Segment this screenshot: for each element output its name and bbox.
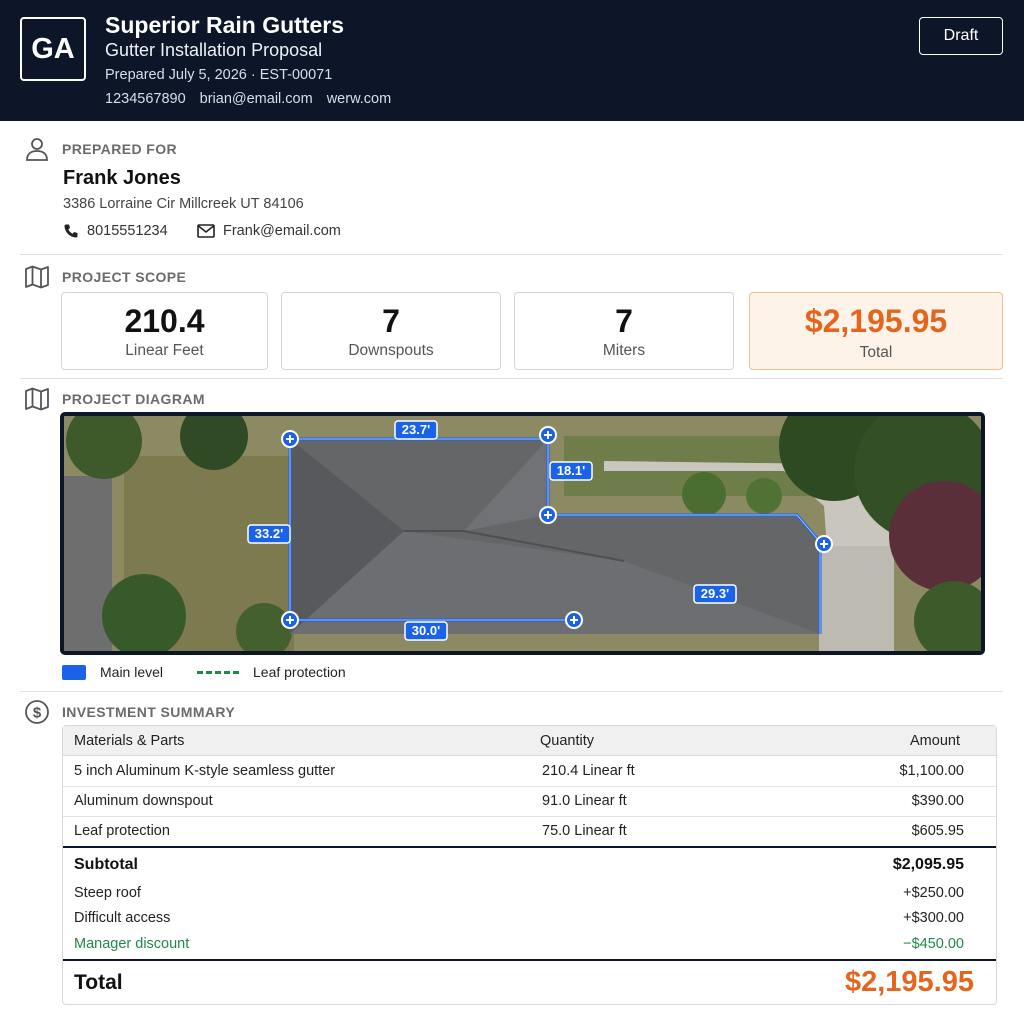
column-header-amount: Amount (910, 733, 960, 749)
item-amount: $390.00 (911, 793, 964, 809)
person-icon (26, 138, 48, 161)
map-icon (25, 265, 49, 289)
client-phone-row[interactable]: 8015551234 (63, 223, 168, 239)
company-website[interactable]: werw.com (327, 91, 391, 107)
roof-diagram[interactable]: 23.7' 18.1' 33.2' 29.3' 30.0' (60, 412, 985, 655)
company-name: Superior Rain Gutters (105, 12, 344, 38)
stat-label: Total (859, 344, 893, 361)
row-divider (63, 816, 996, 817)
measurement-label: 30.0' (412, 623, 440, 638)
stat-value: $2,195.95 (804, 303, 948, 339)
measurement-label: 18.1' (557, 463, 585, 478)
legend-main-level: Main level (62, 664, 163, 680)
app-header: GA Superior Rain Gutters Gutter Installa… (0, 0, 1024, 121)
stat-value: 210.4 (124, 303, 205, 339)
prepared-for-label: PREPARED FOR (62, 141, 177, 157)
item-quantity: 210.4 Linear ft (542, 763, 635, 779)
investment-summary-label: INVESTMENT SUMMARY (62, 704, 236, 720)
item-quantity: 75.0 Linear ft (542, 823, 627, 839)
discount-value: −$450.00 (903, 936, 964, 952)
table-header: Materials & Parts Quantity Amount (63, 726, 996, 756)
stat-label: Downspouts (348, 342, 434, 359)
measurement-label: 33.2' (255, 526, 283, 541)
client-email: Frank@email.com (223, 223, 341, 239)
investment-table: Materials & Parts Quantity Amount 5 inch… (62, 725, 997, 1005)
adjustment-value: +$250.00 (903, 885, 964, 901)
client-address: 3386 Lorraine Cir Millcreek UT 84106 (63, 196, 304, 212)
row-divider (63, 786, 996, 787)
svg-text:$: $ (33, 705, 42, 722)
stat-value: 7 (615, 303, 633, 339)
discount-label: Manager discount (74, 936, 190, 952)
measurement-label: 29.3' (701, 586, 729, 601)
subtotal-label: Subtotal (74, 856, 138, 873)
legend-main-label: Main level (100, 664, 164, 680)
item-amount: $605.95 (911, 823, 964, 839)
section-divider (20, 254, 1003, 255)
item-amount: $1,100.00 (899, 763, 964, 779)
draft-status-button[interactable]: Draft (919, 17, 1003, 55)
project-diagram-label: PROJECT DIAGRAM (62, 391, 205, 407)
stat-miters: 7 Miters (514, 292, 734, 370)
leaf-protection-swatch (197, 670, 239, 674)
stat-label: Miters (602, 342, 646, 359)
document-title: Gutter Installation Proposal (105, 40, 323, 60)
legend-leaf-protection: Leaf protection (197, 664, 346, 680)
stat-label: Linear Feet (125, 342, 204, 359)
mail-icon (197, 224, 215, 238)
item-name: 5 inch Aluminum K-style seamless gutter (74, 763, 336, 779)
phone-icon (64, 224, 78, 238)
grand-total-label: Total (74, 971, 123, 994)
main-level-swatch (62, 664, 86, 680)
section-divider (20, 691, 1003, 692)
driveway (819, 546, 894, 651)
prepared-date: Prepared July 5, 2026 · EST-00071 (105, 67, 333, 83)
subtotal-divider (63, 846, 996, 848)
stat-linear-feet: 210.4 Linear Feet (61, 292, 268, 370)
adjustment-label: Steep roof (74, 885, 141, 901)
grand-total-value: $2,195.95 (844, 966, 974, 998)
company-email[interactable]: brian@email.com (200, 91, 313, 107)
client-email-row[interactable]: Frank@email.com (197, 223, 341, 239)
item-name: Leaf protection (74, 823, 170, 839)
column-header-quantity: Quantity (540, 733, 594, 749)
shrub (682, 472, 726, 516)
item-quantity: 91.0 Linear ft (542, 793, 627, 809)
column-header-materials: Materials & Parts (74, 733, 185, 749)
measurement-label: 23.7' (402, 422, 430, 437)
map-icon (25, 387, 49, 411)
total-divider (63, 959, 996, 961)
legend-leaf-label: Leaf protection (253, 664, 346, 680)
company-logo: GA (20, 17, 86, 81)
subtotal-value: $2,095.95 (892, 856, 964, 873)
client-name: Frank Jones (63, 167, 181, 189)
stat-value: 7 (382, 303, 400, 339)
stat-total: $2,195.95 Total (749, 292, 1003, 370)
company-phone: 1234567890 (105, 91, 186, 107)
shrub (746, 478, 782, 514)
item-name: Aluminum downspout (74, 793, 213, 809)
dollar-icon: $ (25, 700, 49, 724)
company-contacts: 1234567890 brian@email.com werw.com (105, 91, 391, 107)
stat-downspouts: 7 Downspouts (281, 292, 501, 370)
project-scope-label: PROJECT SCOPE (62, 269, 187, 285)
aerial-map: 23.7' 18.1' 33.2' 29.3' 30.0' (64, 416, 981, 651)
adjustment-value: +$300.00 (903, 910, 964, 926)
section-divider (20, 378, 1003, 379)
adjustment-label: Difficult access (74, 910, 171, 926)
client-phone: 8015551234 (87, 223, 168, 239)
